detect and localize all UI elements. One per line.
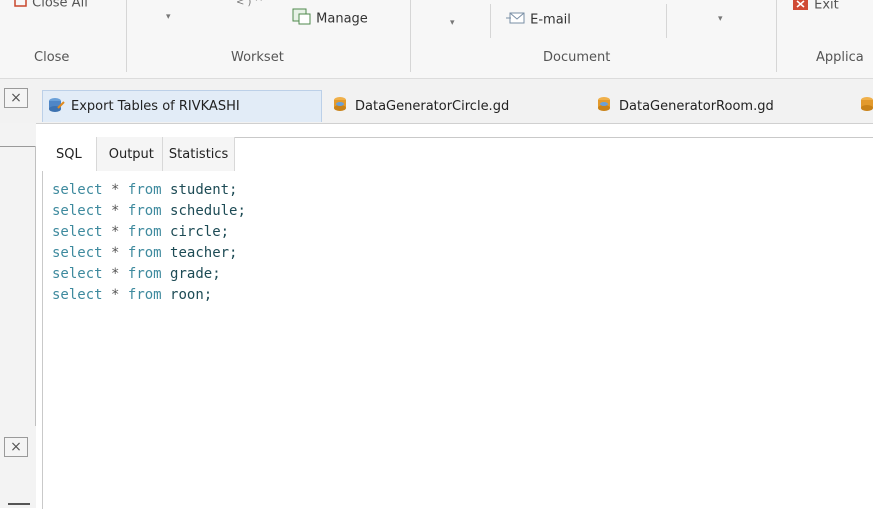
code-line: select * from teacher; (52, 243, 246, 264)
group-application: Applica (816, 50, 864, 65)
close-all-label: Close All (32, 0, 88, 11)
code-keyword: select (52, 182, 103, 198)
exit-label: Exit (814, 0, 839, 13)
code-symbol: * (111, 182, 120, 198)
code-line: select * from roon; (52, 285, 246, 306)
chevron-down-icon[interactable]: ▾ (166, 12, 171, 22)
group-document: Document (543, 50, 611, 65)
close-panel-button[interactable]: × (4, 88, 28, 108)
small-icons: < ) ^ (236, 0, 264, 8)
ribbon-separator (776, 0, 777, 72)
email-label: E-mail (530, 12, 571, 28)
code-symbol: * (111, 224, 120, 240)
doc-tab-datagenerator-room[interactable]: DataGeneratorRoom.gd (595, 90, 774, 122)
data-generator-icon (858, 95, 873, 117)
code-identifier: grade; (170, 266, 221, 282)
close-all-button[interactable]: Close All (14, 0, 88, 12)
tab-statistics[interactable]: Statistics (162, 137, 236, 171)
divider (35, 146, 36, 426)
ribbon-separator (666, 4, 667, 38)
code-keyword: select (52, 245, 103, 261)
code-symbol: * (111, 245, 120, 261)
code-identifier: schedule; (170, 203, 246, 219)
exit-button[interactable]: Exit (792, 0, 839, 16)
doc-tab-datagenerator-circle[interactable]: DataGeneratorCircle.gd (331, 90, 509, 122)
divider (8, 503, 30, 505)
close-panel-button[interactable]: × (4, 437, 28, 457)
code-symbol: * (111, 266, 120, 282)
doc-tab-label: DataGeneratorCircle.gd (355, 98, 510, 114)
ribbon: Close All ▾ < ) ^ Manage ▾ E-mail ▾ Exit… (0, 0, 873, 79)
editor-tabs: SQL Output Statistics (42, 137, 236, 171)
data-generator-icon (331, 95, 349, 117)
tab-output[interactable]: Output (96, 137, 163, 171)
email-icon (506, 10, 526, 30)
manage-button[interactable]: Manage (292, 8, 368, 30)
code-line: select * from circle; (52, 222, 246, 243)
divider (0, 146, 36, 147)
code-keyword: from (127, 182, 162, 198)
chevron-down-icon[interactable]: ▾ (718, 14, 723, 24)
code-keyword: select (52, 266, 103, 282)
export-icon (47, 96, 65, 118)
group-close: Close (34, 50, 70, 65)
ribbon-separator (126, 0, 127, 72)
code-identifier: teacher; (170, 245, 238, 261)
code-line: select * from student; (52, 180, 246, 201)
close-all-icon (14, 0, 28, 12)
email-button[interactable]: E-mail (506, 10, 571, 30)
group-workset: Workset (231, 50, 284, 65)
ribbon-separator (490, 4, 491, 38)
tab-sql[interactable]: SQL (42, 137, 97, 171)
code-keyword: select (52, 287, 103, 303)
code-symbol: * (111, 287, 120, 303)
code-identifier: student; (170, 182, 238, 198)
exit-icon (792, 0, 810, 16)
doc-tab-overflow[interactable] (858, 90, 873, 122)
code-line: select * from schedule; (52, 201, 246, 222)
code-keyword: from (127, 287, 162, 303)
code-symbol: * (111, 203, 120, 219)
code-keyword: from (127, 266, 162, 282)
code-line: select * from grade; (52, 264, 246, 285)
code-keyword: select (52, 203, 103, 219)
code-identifier: roon; (170, 287, 213, 303)
ribbon-separator (410, 0, 411, 72)
code-keyword: from (127, 203, 162, 219)
code-identifier: circle; (170, 224, 230, 240)
manage-icon (292, 8, 312, 30)
sql-code[interactable]: select * from student; select * from sch… (52, 180, 246, 306)
manage-label: Manage (316, 11, 368, 27)
doc-tab-export-tables[interactable]: Export Tables of RIVKASHI (42, 90, 322, 122)
doc-tab-label: DataGeneratorRoom.gd (619, 98, 774, 114)
doc-tab-label: Export Tables of RIVKASHI (71, 99, 240, 114)
code-keyword: from (127, 224, 162, 240)
code-keyword: from (127, 245, 162, 261)
chevron-down-icon[interactable]: ▾ (450, 18, 455, 28)
data-generator-icon (595, 95, 613, 117)
code-keyword: select (52, 224, 103, 240)
